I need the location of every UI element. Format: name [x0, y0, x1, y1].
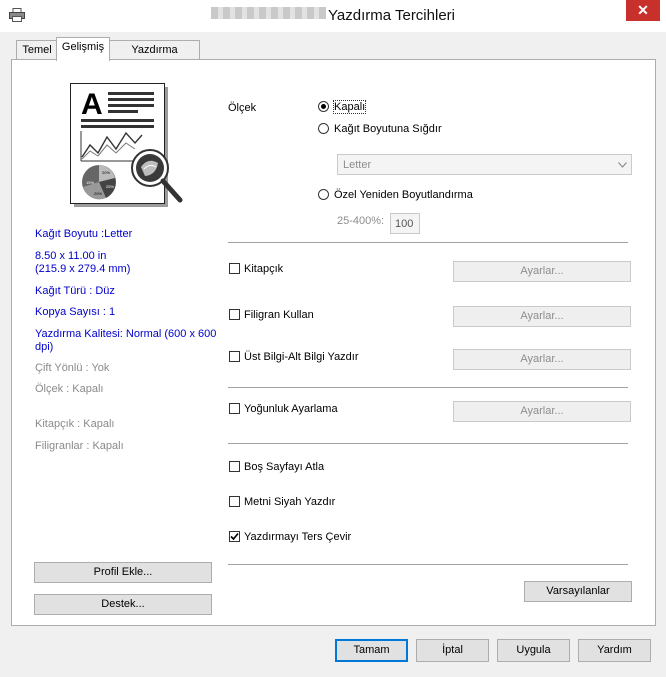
svg-text:A: A [81, 88, 103, 121]
scaling-custom-radio[interactable] [318, 189, 329, 200]
pie-label: 25% [106, 184, 114, 189]
tab-basic[interactable]: Temel [16, 40, 58, 59]
reverse-print-label[interactable]: Yazdırmayı Ters Çevir [244, 531, 351, 543]
reverse-print-checkbox[interactable] [229, 531, 240, 542]
tab-print-profiles[interactable]: Yazdırma Profilleri [109, 40, 200, 74]
help-button[interactable]: Yardım [578, 639, 651, 662]
header-footer-settings-button[interactable]: Ayarlar... [453, 349, 631, 370]
scaling-custom-label[interactable]: Özel Yeniden Boyutlandırma [334, 189, 473, 201]
pie-label: 20% [102, 170, 110, 175]
density-checkbox[interactable] [229, 403, 240, 414]
summary-copies: Kopya Sayısı : 1 [35, 306, 116, 318]
summary-dimensions-in: 8.50 x 11.00 in [35, 250, 107, 262]
support-button[interactable]: Destek... [34, 594, 212, 615]
black-text-label[interactable]: Metni Siyah Yazdır [244, 496, 335, 508]
custom-range-label: 25-400%: [337, 215, 385, 227]
scaling-fit-label[interactable]: Kağıt Boyutuna Sığdır [334, 123, 442, 135]
separator [228, 443, 628, 444]
tab-advanced[interactable]: Gelişmiş [56, 37, 110, 61]
cancel-button[interactable]: İptal [416, 639, 489, 662]
header-footer-label[interactable]: Üst Bilgi-Alt Bilgi Yazdır [244, 351, 359, 363]
summary-booklet: Kitapçık : Kapalı [35, 418, 115, 430]
header-footer-checkbox[interactable] [229, 351, 240, 362]
chevron-down-icon [618, 162, 627, 168]
pie-label: 15% [86, 180, 94, 185]
booklet-label[interactable]: Kitapçık [244, 263, 283, 275]
density-label[interactable]: Yoğunluk Ayarlama [244, 403, 338, 415]
scaling-off-radio[interactable] [318, 101, 329, 112]
window-title: Yazdırma Tercihleri [0, 7, 666, 24]
watermark-checkbox[interactable] [229, 309, 240, 320]
summary-media-type: Kağıt Türü : Düz [35, 285, 115, 297]
black-text-checkbox[interactable] [229, 496, 240, 507]
checkmark-icon [230, 532, 239, 541]
separator [228, 564, 628, 565]
scaling-label: Ölçek [228, 102, 257, 114]
paper-size-value: Letter [343, 159, 372, 171]
booklet-settings-button[interactable]: Ayarlar... [453, 261, 631, 282]
summary-dimensions-mm: (215.9 x 279.4 mm) [35, 263, 131, 275]
summary-watermark: Filigranlar : Kapalı [35, 440, 124, 452]
ok-button[interactable]: Tamam [335, 639, 408, 662]
watermark-settings-button[interactable]: Ayarlar... [453, 306, 631, 327]
close-icon: ✕ [637, 2, 649, 18]
scaling-fit-radio[interactable] [318, 123, 329, 134]
add-profile-button[interactable]: Profil Ekle... [34, 562, 212, 583]
print-preview: A 20% 15% 25% 20% [70, 83, 183, 207]
density-settings-button[interactable]: Ayarlar... [453, 401, 631, 422]
scaling-off-label[interactable]: Kapalı [332, 100, 367, 114]
custom-scale-input[interactable]: 100 [390, 213, 420, 234]
separator [228, 242, 628, 243]
separator [228, 387, 628, 388]
paper-size-select[interactable]: Letter [337, 154, 632, 175]
summary-quality-line1: Yazdırma Kalitesi: Normal (600 x 600 [35, 328, 217, 340]
skip-blank-label[interactable]: Boş Sayfayı Atla [244, 461, 324, 473]
apply-button[interactable]: Uygula [497, 639, 570, 662]
close-button[interactable]: ✕ [626, 0, 660, 21]
pie-label: 20% [94, 191, 102, 196]
summary-quality-line2: dpi) [35, 341, 54, 353]
summary-scaling: Ölçek : Kapalı [35, 383, 104, 395]
summary-paper-size: Kağıt Boyutu :Letter [35, 228, 133, 240]
watermark-label[interactable]: Filigran Kullan [244, 309, 314, 321]
booklet-checkbox[interactable] [229, 263, 240, 274]
summary-duplex: Çift Yönlü : Yok [35, 362, 110, 374]
defaults-button[interactable]: Varsayılanlar [524, 581, 632, 602]
skip-blank-checkbox[interactable] [229, 461, 240, 472]
